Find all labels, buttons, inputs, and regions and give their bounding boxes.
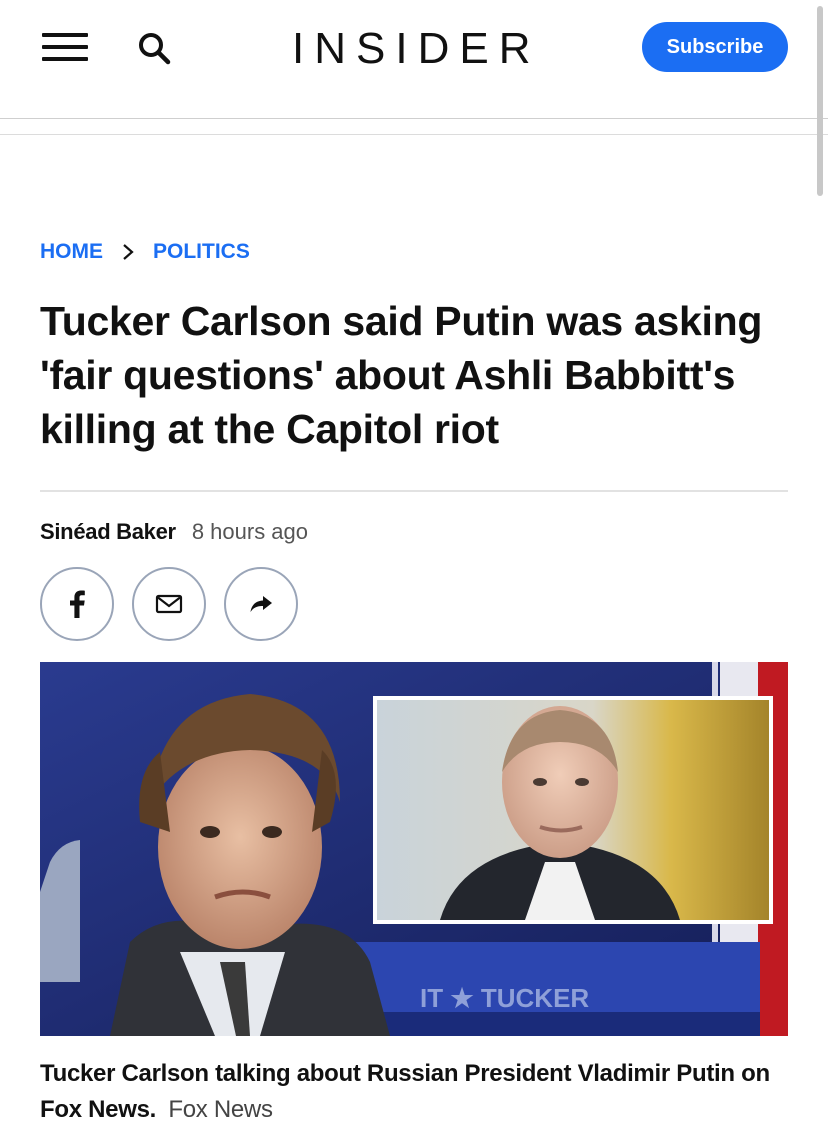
- share-arrow-icon: [250, 596, 272, 612]
- hamburger-menu-icon[interactable]: [42, 31, 90, 63]
- caption-text: Tucker Carlson talking about Russian Pre…: [40, 1060, 770, 1123]
- mail-icon: [155, 594, 183, 614]
- subscribe-button[interactable]: Subscribe: [642, 22, 788, 72]
- headline-divider: [40, 490, 788, 492]
- breadcrumb: HOME POLITICS: [40, 240, 250, 264]
- author-name[interactable]: Sinéad Baker: [40, 519, 176, 545]
- header-divider-secondary: [0, 134, 828, 135]
- breadcrumb-home-link[interactable]: HOME: [40, 240, 103, 264]
- chevron-right-icon: [123, 244, 134, 260]
- share-email-button[interactable]: [132, 567, 206, 641]
- scrollbar-thumb[interactable]: [817, 6, 823, 196]
- byline: Sinéad Baker 8 hours ago: [40, 519, 308, 545]
- image-caption: Tucker Carlson talking about Russian Pre…: [40, 1056, 800, 1128]
- image-credit: Fox News: [168, 1096, 273, 1123]
- hero-image[interactable]: IT ★ TUCKER: [40, 662, 788, 1036]
- share-facebook-button[interactable]: [40, 567, 114, 641]
- facebook-icon: [70, 590, 85, 618]
- header-divider: [0, 118, 828, 119]
- insider-logo[interactable]: INSIDER: [292, 24, 540, 74]
- publish-time: 8 hours ago: [191, 519, 309, 544]
- search-icon[interactable]: [134, 28, 174, 68]
- breadcrumb-section-link[interactable]: POLITICS: [153, 240, 250, 264]
- article-headline: Tucker Carlson said Putin was asking 'fa…: [40, 298, 763, 452]
- site-header: INSIDER Subscribe: [0, 0, 828, 118]
- hero-ticker-text: IT ★ TUCKER: [420, 983, 589, 1013]
- share-more-button[interactable]: [224, 567, 298, 641]
